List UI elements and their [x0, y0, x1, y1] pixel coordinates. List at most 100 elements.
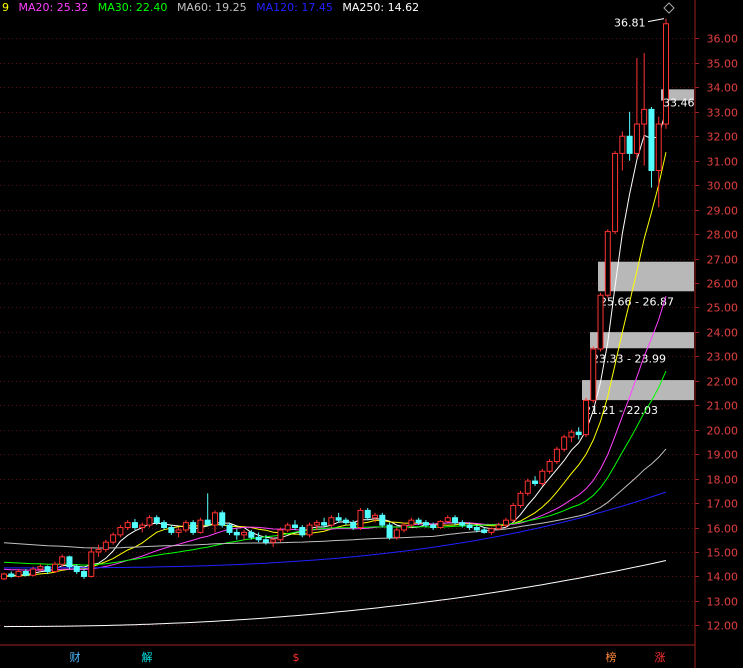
candle-down — [299, 527, 306, 536]
candle-up — [1, 573, 7, 580]
ma-line-ma60 — [3, 448, 667, 549]
y-tick-label: 19.00 — [707, 449, 739, 462]
ma-line-ma30 — [3, 370, 667, 566]
candle-down — [473, 527, 480, 531]
candle-up — [612, 152, 619, 233]
y-tick-label: 16.00 — [707, 523, 739, 536]
high-pointer — [647, 18, 665, 23]
candle-up — [51, 563, 58, 573]
candle-up — [401, 524, 408, 531]
candle-down — [262, 539, 269, 543]
ma-line-ma20 — [3, 295, 667, 571]
candle-up — [328, 517, 335, 526]
candle-up — [597, 294, 604, 350]
y-tick-label: 31.00 — [707, 156, 739, 169]
y-tick-label: 20.00 — [707, 425, 739, 438]
candle-up — [619, 135, 626, 154]
candle-down — [335, 517, 342, 521]
zone-box — [590, 332, 694, 349]
candle-down — [466, 524, 473, 529]
candle-down — [219, 512, 226, 526]
y-tick-label: 34.00 — [707, 82, 739, 95]
candle-up — [444, 517, 451, 522]
candle-down — [575, 431, 582, 436]
candle-up — [124, 522, 131, 529]
candle-up — [553, 448, 560, 462]
candle-up — [495, 524, 502, 530]
event-marker: 财 — [70, 650, 81, 664]
candle-up — [546, 460, 553, 472]
candle-down — [190, 522, 197, 533]
candle-up — [146, 517, 153, 526]
candle-up — [197, 519, 204, 533]
y-tick-label: 23.00 — [707, 351, 739, 364]
candle-down — [481, 529, 488, 533]
candle-up — [568, 431, 575, 438]
candle-up — [211, 512, 218, 526]
candle-down — [131, 522, 138, 529]
candle-down — [73, 566, 80, 573]
candle-up — [30, 568, 37, 576]
y-tick-label: 28.00 — [707, 229, 739, 242]
candle-down — [291, 524, 298, 529]
candle-up — [408, 519, 415, 526]
candle-down — [386, 524, 393, 538]
zone-box — [598, 261, 694, 292]
candle-down — [321, 522, 328, 526]
candle-down — [532, 480, 539, 484]
candle-up — [641, 108, 648, 125]
candle-up — [502, 519, 509, 526]
candle-up — [655, 123, 662, 171]
event-marker: 解 — [142, 650, 153, 664]
candle-up — [15, 571, 22, 577]
y-tick-label: 15.00 — [707, 547, 739, 560]
candlestick-chart[interactable]: 36.00 35.00 34.00 33.00 32.00 31.00 30.00 29.00… — [0, 0, 743, 668]
candle-down — [153, 517, 160, 524]
candle-down — [364, 509, 371, 519]
candle-up — [633, 123, 640, 154]
candle-up — [88, 551, 95, 577]
candle-up — [306, 524, 313, 536]
y-tick-label: 18.00 — [707, 474, 739, 487]
candle-down — [430, 524, 437, 529]
candle-down — [422, 522, 429, 526]
y-tick-label: 17.00 — [707, 498, 739, 511]
candle-up — [110, 534, 117, 543]
y-tick-label: 32.00 — [707, 131, 739, 144]
candle-up — [139, 524, 146, 529]
candle-up — [284, 524, 291, 531]
candle-up — [313, 522, 320, 526]
candle-down — [22, 571, 29, 576]
y-tick-label: 30.00 — [707, 180, 739, 193]
candle-up — [372, 514, 379, 519]
candle-down — [161, 522, 168, 529]
candle-up — [590, 348, 597, 401]
ma-line-ma10 — [4, 152, 667, 577]
candle-up — [102, 541, 109, 551]
ma-line-ma5 — [4, 110, 667, 577]
candle-down — [248, 531, 255, 538]
candle-up — [437, 520, 444, 529]
candle-up — [517, 492, 524, 507]
high-price-label: 36.81 — [614, 17, 646, 30]
y-tick-label: 29.00 — [707, 205, 739, 218]
candle-down — [648, 108, 655, 171]
y-tick-label: 36.00 — [707, 33, 739, 46]
candle-up — [524, 480, 531, 494]
zone-label: 23.33 - 23.99 — [592, 352, 666, 365]
candle-up — [604, 231, 611, 296]
candle-up — [539, 470, 546, 484]
y-tick-label: 35.00 — [707, 58, 739, 71]
candle-down — [204, 519, 211, 526]
candle-up — [117, 527, 124, 536]
candle-down — [342, 519, 349, 524]
candle-up — [488, 528, 495, 533]
candle-up — [270, 539, 277, 543]
candle-up — [241, 531, 248, 536]
y-tick-label: 12.00 — [707, 620, 739, 633]
candle-up — [510, 505, 517, 521]
candle-down — [8, 573, 15, 577]
last-price-label: 33.46 — [663, 97, 695, 110]
y-tick-label: 25.00 — [707, 302, 739, 315]
ma-line-ma120 — [4, 491, 667, 569]
